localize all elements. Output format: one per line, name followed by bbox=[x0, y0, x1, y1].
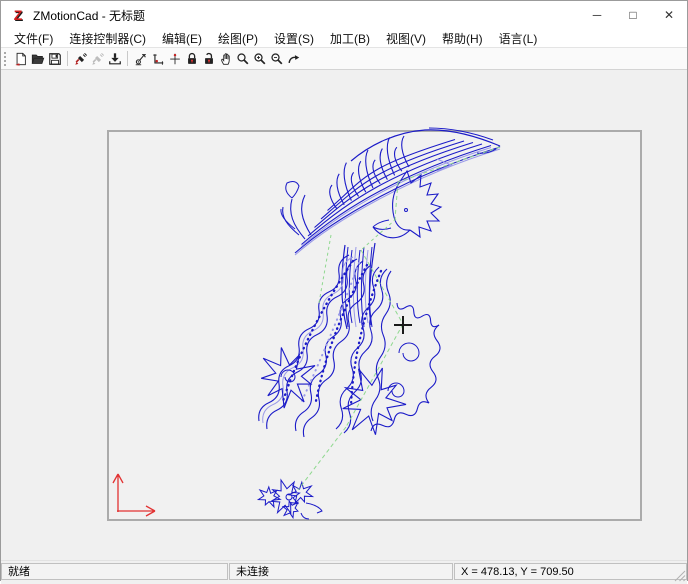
drawing-area[interactable] bbox=[1, 70, 687, 560]
menu-connect-controller[interactable]: 连接控制器(C) bbox=[61, 30, 154, 47]
download-icon bbox=[108, 52, 121, 64]
menu-language[interactable]: 语言(L) bbox=[491, 30, 546, 47]
menu-view[interactable]: 视图(V) bbox=[378, 30, 434, 47]
lock-icon bbox=[187, 52, 196, 64]
workspace-boundary bbox=[107, 130, 642, 521]
app-window: { "window": { "logo": "Z", "title": "ZMo… bbox=[0, 0, 688, 584]
zoom-icon bbox=[236, 52, 248, 64]
pan-hand-icon bbox=[220, 52, 230, 65]
window-controls: ─ □ ✕ bbox=[579, 1, 687, 29]
disconnect-controller-button[interactable] bbox=[89, 50, 106, 68]
toolbar-separator bbox=[67, 51, 68, 66]
status-ready: 就绪 bbox=[1, 563, 228, 580]
unlock-icon bbox=[204, 52, 213, 64]
menu-file[interactable]: 文件(F) bbox=[6, 30, 61, 47]
zoom-in-button[interactable] bbox=[251, 50, 268, 68]
toolbar-separator bbox=[127, 51, 128, 66]
new-file-icon bbox=[14, 52, 26, 66]
status-coordinates: X = 478.13, Y = 709.50 bbox=[454, 563, 687, 580]
status-connection: 未连接 bbox=[229, 563, 453, 580]
app-logo-icon: Z bbox=[13, 7, 23, 23]
open-file-icon bbox=[31, 54, 44, 64]
menu-edit[interactable]: 编辑(E) bbox=[154, 30, 210, 47]
zoom-button[interactable] bbox=[234, 50, 251, 68]
toolbar-grip[interactable] bbox=[4, 51, 8, 66]
tool-bar bbox=[1, 47, 687, 70]
minimize-button[interactable]: ─ bbox=[579, 1, 615, 29]
new-file-button[interactable] bbox=[12, 50, 29, 68]
connect-controller-icon bbox=[74, 52, 87, 65]
open-file-button[interactable] bbox=[29, 50, 46, 68]
menu-bar: 文件(F) 连接控制器(C) 编辑(E) 绘图(P) 设置(S) 加工(B) 视… bbox=[1, 29, 687, 47]
zoom-out-button[interactable] bbox=[268, 50, 285, 68]
download-to-controller-button[interactable] bbox=[106, 50, 123, 68]
center-point-button[interactable] bbox=[166, 50, 183, 68]
machining-tool-icon bbox=[135, 53, 146, 65]
window-title: ZMotionCad - 无标题 bbox=[33, 8, 146, 23]
resize-grip[interactable] bbox=[672, 568, 686, 582]
maximize-button[interactable]: □ bbox=[615, 1, 651, 29]
save-file-icon bbox=[48, 52, 61, 65]
title-bar: Z ZMotionCad - 无标题 ─ □ ✕ bbox=[1, 1, 687, 29]
zoom-out-icon bbox=[270, 52, 282, 64]
menu-machining[interactable]: 加工(B) bbox=[322, 30, 378, 47]
menu-help[interactable]: 帮助(H) bbox=[434, 30, 491, 47]
unlock-button[interactable] bbox=[200, 50, 217, 68]
lock-button[interactable] bbox=[183, 50, 200, 68]
origin-corner-button[interactable] bbox=[149, 50, 166, 68]
disconnect-controller-icon bbox=[91, 52, 104, 65]
pan-hand-button[interactable] bbox=[217, 50, 234, 68]
save-file-button[interactable] bbox=[46, 50, 63, 68]
redo-icon bbox=[287, 54, 299, 63]
center-point-icon bbox=[169, 53, 180, 64]
status-bar: 就绪 未连接 X = 478.13, Y = 709.50 bbox=[1, 560, 687, 584]
zoom-in-icon bbox=[253, 52, 265, 64]
connect-controller-button[interactable] bbox=[72, 50, 89, 68]
machining-tool-button[interactable] bbox=[132, 50, 149, 68]
menu-draw[interactable]: 绘图(P) bbox=[210, 30, 266, 47]
origin-corner-icon bbox=[152, 53, 163, 65]
close-button[interactable]: ✕ bbox=[651, 1, 687, 29]
redo-button[interactable] bbox=[285, 50, 302, 68]
menu-settings[interactable]: 设置(S) bbox=[266, 30, 322, 47]
drawing-canvas[interactable] bbox=[1, 70, 688, 560]
